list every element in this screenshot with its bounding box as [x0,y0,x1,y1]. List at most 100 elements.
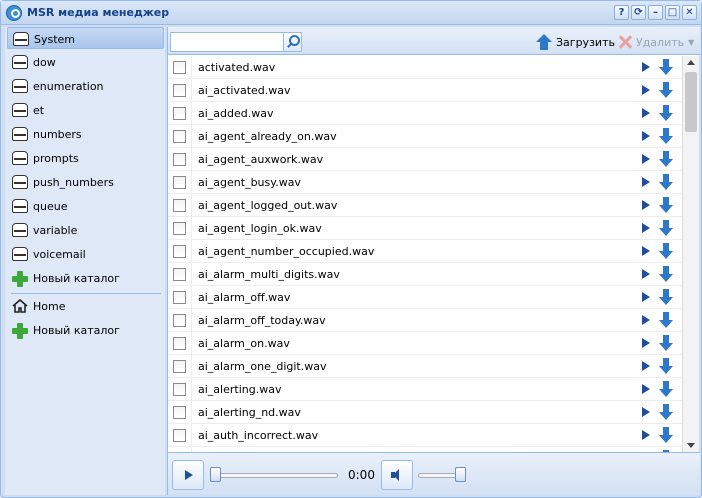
play-icon[interactable] [642,384,650,394]
scroll-down-icon[interactable] [687,443,695,448]
row-checkbox[interactable] [173,291,186,304]
row-checkbox[interactable] [173,130,186,143]
download-icon[interactable] [659,59,673,76]
download-icon[interactable] [659,197,673,214]
file-row[interactable]: ai_auth_incorrect.wav [168,424,682,447]
sidebar-item-variable[interactable]: variable [7,219,164,241]
row-checkbox[interactable] [173,314,186,327]
download-icon[interactable] [659,82,673,99]
seek-track[interactable] [210,473,338,478]
download-icon[interactable] [659,312,673,329]
file-row[interactable]: ai_activated.wav [168,79,682,102]
media-manager-window: MSR медиа менеджер ? ⟳ – □ ✕ System dow … [0,0,702,498]
download-icon[interactable] [659,358,673,375]
row-checkbox[interactable] [173,61,186,74]
sidebar-item-dow[interactable]: dow [7,51,164,73]
sidebar-item-queue[interactable]: queue [7,195,164,217]
row-checkbox[interactable] [173,429,186,442]
download-icon[interactable] [659,289,673,306]
download-icon[interactable] [659,243,673,260]
play-icon[interactable] [642,200,650,210]
scroll-thumb[interactable] [685,72,697,132]
sidebar-item-et[interactable]: et [7,99,164,121]
file-row[interactable]: ai_alerting.wav [168,378,682,401]
file-row[interactable]: ai_agent_number_occupied.wav [168,240,682,263]
play-icon[interactable] [642,108,650,118]
file-row[interactable]: activated.wav [168,56,682,79]
play-icon[interactable] [642,62,650,72]
row-checkbox[interactable] [173,245,186,258]
vertical-scrollbar[interactable] [682,56,699,452]
play-icon[interactable] [642,269,650,279]
sidebar-item-prompts[interactable]: prompts [7,147,164,169]
row-checkbox[interactable] [173,176,186,189]
play-icon[interactable] [642,246,650,256]
file-row[interactable]: ai_agent_logged_out.wav [168,194,682,217]
maximize-button[interactable]: □ [665,5,680,20]
search-input[interactable] [170,32,302,52]
play-icon[interactable] [642,292,650,302]
upload-button[interactable]: Загрузить [536,32,615,52]
minimize-button[interactable]: – [648,5,663,20]
scroll-up-icon[interactable] [687,60,695,65]
play-icon[interactable] [642,407,650,417]
play-button[interactable] [172,460,204,490]
download-icon[interactable] [659,174,673,191]
file-row[interactable]: ai_alarm_off.wav [168,286,682,309]
volume-button[interactable] [381,460,413,490]
download-icon[interactable] [659,335,673,352]
play-icon[interactable] [642,315,650,325]
file-row[interactable]: ai_alarm_multi_digits.wav [168,263,682,286]
file-row[interactable]: ai_alarm_one_digit.wav [168,355,682,378]
file-row[interactable]: ai_agent_already_on.wav [168,125,682,148]
play-icon[interactable] [642,154,650,164]
row-checkbox[interactable] [173,360,186,373]
play-icon[interactable] [642,361,650,371]
file-row[interactable]: ai_alerting_nd.wav [168,401,682,424]
volume-slider-knob[interactable] [455,467,466,482]
download-icon[interactable] [659,266,673,283]
play-icon[interactable] [642,85,650,95]
play-icon[interactable] [642,131,650,141]
row-checkbox[interactable] [173,84,186,97]
row-checkbox[interactable] [173,153,186,166]
row-checkbox[interactable] [173,222,186,235]
file-row[interactable]: ai_alarm_on.wav [168,332,682,355]
new-folder-button[interactable]: Новый каталог [7,267,164,289]
sidebar-item-system[interactable]: System [7,27,164,49]
download-icon[interactable] [659,220,673,237]
refresh-button[interactable]: ⟳ [631,5,646,20]
close-button[interactable]: ✕ [682,5,697,20]
download-icon[interactable] [659,404,673,421]
row-checkbox[interactable] [173,406,186,419]
delete-button[interactable]: Удалить ▼ [618,32,694,52]
file-row[interactable]: ai_agent_auxwork.wav [168,148,682,171]
help-button[interactable]: ? [614,5,629,20]
play-icon[interactable] [642,430,650,440]
download-icon[interactable] [659,427,673,444]
play-icon[interactable] [642,177,650,187]
sidebar-item-push-numbers[interactable]: push_numbers [7,171,164,193]
download-icon[interactable] [659,105,673,122]
play-icon[interactable] [642,338,650,348]
sidebar-item-voicemail[interactable]: voicemail [7,243,164,265]
row-checkbox[interactable] [173,337,186,350]
file-row[interactable]: ai_agent_login_ok.wav [168,217,682,240]
download-icon[interactable] [659,151,673,168]
download-icon[interactable] [659,128,673,145]
row-checkbox[interactable] [173,199,186,212]
sidebar-item-numbers[interactable]: numbers [7,123,164,145]
row-checkbox[interactable] [173,268,186,281]
new-folder-button-home[interactable]: Новый каталог [7,319,164,341]
seek-slider-knob[interactable] [210,467,221,482]
download-icon[interactable] [659,381,673,398]
sidebar-item-enumeration[interactable]: enumeration [7,75,164,97]
sidebar-item-home[interactable]: Home [7,295,164,317]
file-row[interactable]: ai_added.wav [168,102,682,125]
search-icon[interactable] [283,33,301,51]
file-row[interactable]: ai_alarm_off_today.wav [168,309,682,332]
file-row[interactable]: ai_agent_busy.wav [168,171,682,194]
play-icon[interactable] [642,223,650,233]
row-checkbox[interactable] [173,107,186,120]
row-checkbox[interactable] [173,383,186,396]
